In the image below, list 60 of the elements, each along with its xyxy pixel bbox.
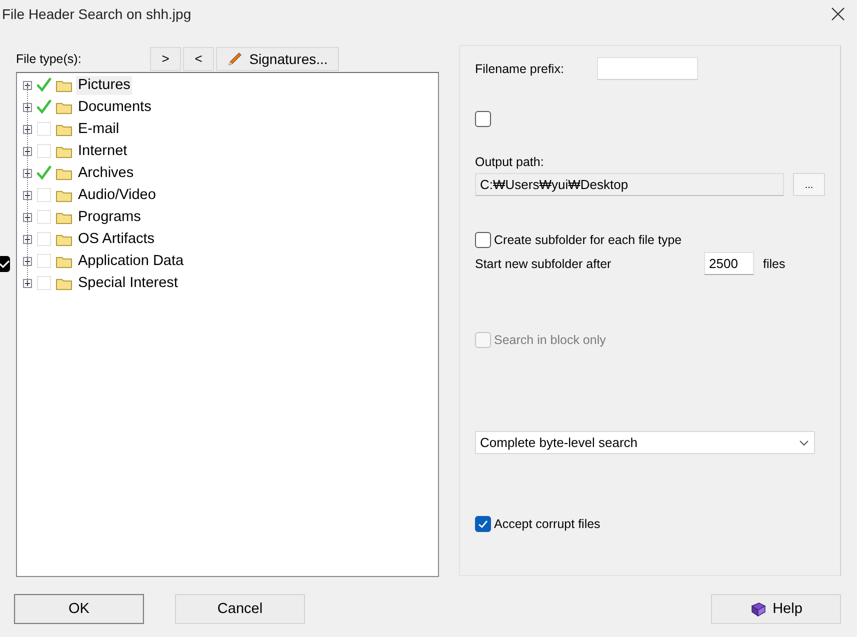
signatures-button[interactable]: Signatures... (216, 46, 339, 70)
field-label: Output path: (475, 155, 544, 169)
tree-item[interactable]: Internet (76, 142, 130, 160)
move-button[interactable]: > (150, 46, 181, 70)
checkbox[interactable] (475, 516, 491, 532)
unit-label: files (763, 256, 786, 270)
tree-item[interactable]: Pictures (76, 76, 132, 94)
expand-icon[interactable] (23, 190, 32, 200)
tree-item[interactable]: OS Artifacts (76, 230, 157, 248)
field-label: File type(s): (16, 52, 82, 66)
checkbox-label: Create subfolder for each file type (494, 233, 682, 247)
prefix-field[interactable] (597, 57, 698, 80)
check-icon (0, 259, 10, 269)
search-mode-dropdown[interactable]: Complete byte-level search (475, 431, 815, 454)
window-title: File Header Search on shh.jpg (2, 6, 192, 22)
expand-icon[interactable] (23, 278, 32, 288)
folder-icon (56, 232, 72, 246)
folder-icon (56, 254, 72, 268)
dialog-button[interactable]: Cancel (175, 594, 305, 624)
move-button[interactable]: < (183, 46, 214, 70)
folder-icon (56, 276, 72, 290)
expand-icon[interactable] (23, 124, 32, 134)
tree-item[interactable]: Audio/Video (76, 186, 158, 204)
dialog-button[interactable]: Help (711, 594, 841, 624)
field-label: Filename prefix: (475, 62, 565, 76)
count-field[interactable]: 2500 (704, 252, 754, 275)
close-icon[interactable] (831, 7, 845, 21)
tree-item[interactable]: E-mail (76, 120, 122, 138)
tree-item[interactable]: Special Interest (76, 274, 180, 292)
tree-item[interactable]: Archives (76, 164, 136, 182)
expand-icon[interactable] (23, 80, 32, 90)
dialog-button[interactable]: OK (14, 594, 144, 624)
folder-icon (56, 166, 72, 180)
expand-icon[interactable] (23, 234, 32, 244)
folder-icon (56, 188, 72, 202)
folder-icon (56, 100, 72, 114)
tree-item[interactable]: Documents (76, 98, 154, 116)
expand-icon[interactable] (23, 256, 32, 266)
tree-item[interactable]: Application Data (76, 252, 186, 270)
browse-button[interactable]: ... (793, 173, 825, 196)
check-icon[interactable] (36, 77, 52, 93)
checkbox-label: Accept corrupt files (494, 517, 600, 531)
field-label: Start new subfolder after (475, 256, 612, 270)
pencil-icon (227, 50, 244, 66)
checkbox[interactable] (475, 111, 491, 127)
chevron-down-icon (799, 440, 809, 446)
expand-icon[interactable] (23, 102, 32, 112)
checkbox[interactable] (475, 232, 491, 248)
expand-icon[interactable] (23, 146, 32, 156)
check-icon[interactable] (36, 165, 52, 181)
tree-item[interactable]: Programs (76, 208, 143, 226)
path-field[interactable]: C:₩Users₩yui₩Desktop (475, 173, 784, 196)
check-icon[interactable] (36, 99, 52, 115)
folder-icon (56, 144, 72, 158)
expand-icon[interactable] (23, 212, 32, 222)
folder-icon (56, 210, 72, 224)
folder-icon (56, 78, 72, 92)
expand-icon[interactable] (23, 168, 32, 178)
folder-icon (56, 122, 72, 136)
checkbox-label: Search in block only (494, 333, 606, 347)
